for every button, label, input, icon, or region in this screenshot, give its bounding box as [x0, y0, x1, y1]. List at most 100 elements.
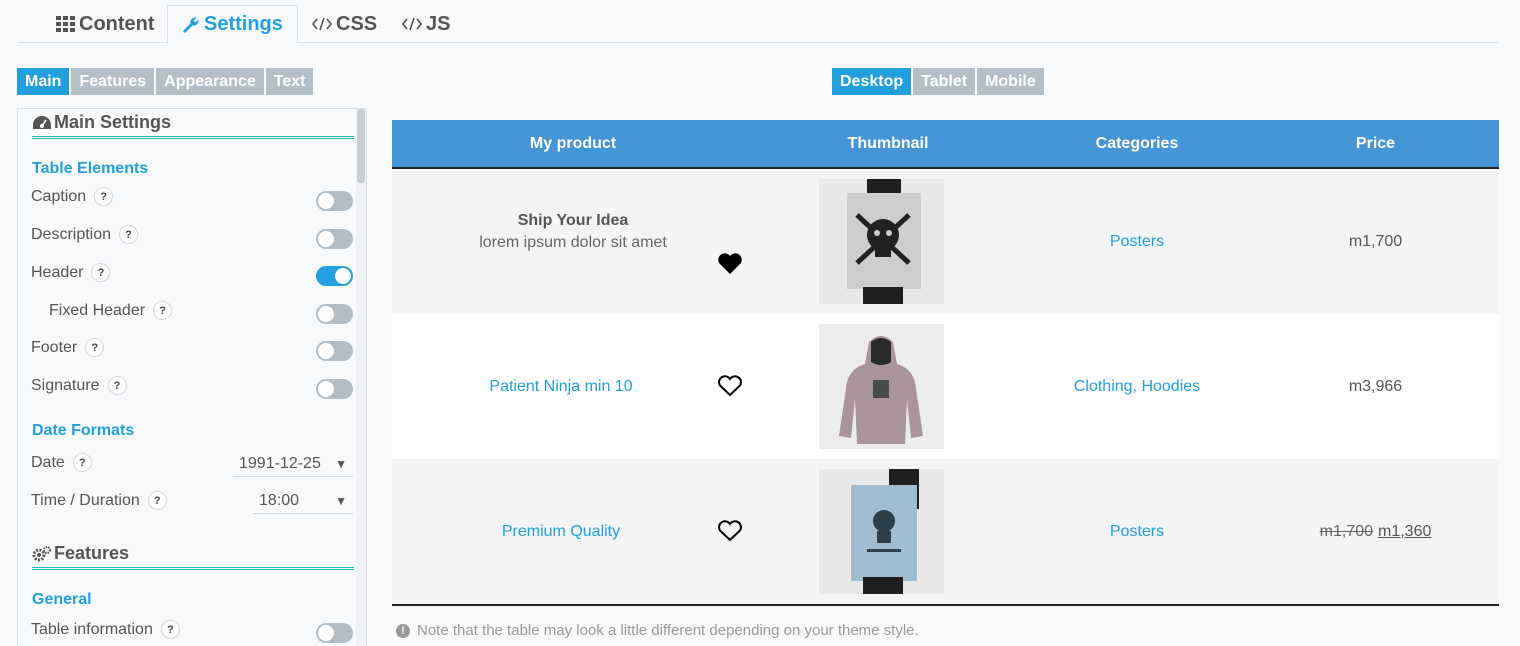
description-label: Description [31, 225, 112, 243]
col-header-thumbnail[interactable]: Thumbnail [754, 120, 1022, 168]
subtab-main[interactable]: Main [17, 68, 70, 95]
code-icon [402, 17, 422, 31]
poster-image [819, 179, 944, 304]
product-title-link[interactable]: Premium Quality [392, 459, 730, 604]
theme-note: ! Note that the table may look a little … [396, 622, 919, 639]
settings-subtabs: Main Features Appearance Text [17, 68, 314, 95]
device-tab-tablet[interactable]: Tablet [913, 68, 976, 95]
date-format-value: 1991-12-25 [239, 454, 321, 472]
help-icon[interactable]: ? [85, 338, 105, 357]
help-icon[interactable]: ? [72, 453, 92, 472]
poster-image [819, 469, 944, 594]
col-header-categories[interactable]: Categories [1022, 120, 1252, 168]
chevron-down-icon: ▼ [335, 493, 347, 508]
price-cell: m1,700 m1,360 [1252, 459, 1499, 604]
caption-label: Caption [31, 187, 87, 205]
tab-settings-label: Settings [204, 13, 283, 35]
date-label: Date [31, 453, 65, 471]
subtab-features[interactable]: Features [71, 68, 155, 95]
col-header-price[interactable]: Price [1252, 120, 1499, 168]
top-tab-bar: Content Settings CSS JS [18, 5, 1498, 44]
gears-icon [32, 545, 51, 561]
product-thumbnail[interactable] [819, 179, 944, 304]
chevron-down-icon: ▼ [335, 456, 347, 471]
header-label: Header [31, 263, 84, 281]
table-info-row: Table information? [31, 620, 180, 639]
tab-settings[interactable]: Settings [167, 5, 298, 44]
old-price: m1,700 [1319, 522, 1373, 540]
time-format-value: 18:00 [259, 491, 300, 509]
code-icon [312, 17, 332, 31]
product-thumbnail[interactable] [819, 324, 944, 449]
features-heading: Features [32, 540, 354, 570]
category-link[interactable]: Clothing, Hoodies [1022, 314, 1252, 459]
help-icon[interactable]: ? [160, 620, 180, 639]
general-title: General [32, 591, 92, 608]
category-link[interactable]: Posters [1022, 169, 1252, 314]
grid-icon [56, 16, 75, 32]
table-bottom-border [392, 604, 1499, 606]
product-thumbnail[interactable] [819, 469, 944, 594]
description-row: Description? [31, 225, 139, 244]
dashboard-icon [33, 115, 51, 129]
date-row: Date? [31, 453, 92, 472]
main-settings-title: Main Settings [54, 112, 172, 132]
date-format-select[interactable]: 1991-12-25 ▼ [233, 451, 353, 477]
panel-scrollbar[interactable] [356, 109, 366, 646]
table-info-label: Table information [31, 620, 153, 638]
fixed-header-toggle[interactable] [316, 304, 353, 324]
device-tab-mobile[interactable]: Mobile [977, 68, 1044, 95]
tab-js[interactable]: JS [402, 5, 450, 43]
description-toggle[interactable] [316, 229, 353, 249]
fixed-header-label: Fixed Header [49, 301, 146, 319]
category-link[interactable]: Posters [1022, 459, 1252, 604]
footer-toggle[interactable] [316, 341, 353, 361]
preview-table: My product Thumbnail Categories Price Sh… [392, 120, 1499, 604]
caption-toggle[interactable] [316, 191, 353, 211]
table-info-toggle[interactable] [316, 623, 353, 643]
price-value: m3,966 [1348, 377, 1403, 395]
note-text: Note that the table may look a little di… [417, 622, 919, 639]
main-settings-heading: Main Settings [32, 109, 354, 139]
subtab-appearance[interactable]: Appearance [156, 68, 264, 95]
date-formats-title: Date Formats [32, 422, 135, 439]
heart-outline-icon[interactable] [717, 374, 743, 398]
table-row: Premium Quality Posters m1,700 m1,360 [392, 459, 1499, 604]
product-subtitle: lorem ipsum dolor sit amet [479, 233, 667, 251]
help-icon[interactable]: ? [91, 263, 111, 282]
scrollbar-thumb[interactable] [357, 109, 365, 183]
signature-toggle[interactable] [316, 379, 353, 399]
product-title: Ship Your Idea [517, 211, 629, 229]
price-value: m1,700 [1348, 232, 1403, 250]
table-header: My product Thumbnail Categories Price [392, 120, 1499, 169]
device-subtabs: Desktop Tablet Mobile [832, 68, 1044, 95]
subtab-text[interactable]: Text [265, 68, 314, 95]
time-format-select[interactable]: 18:00 ▼ [253, 488, 353, 514]
tab-css-label: CSS [336, 12, 378, 35]
time-row: Time / Duration? [31, 491, 167, 510]
product-cell: Ship Your Idea lorem ipsum dolor sit ame… [392, 169, 754, 294]
caption-row: Caption? [31, 187, 114, 206]
help-icon[interactable]: ? [107, 376, 127, 395]
signature-label: Signature [31, 376, 100, 394]
col-header-product[interactable]: My product [392, 120, 754, 168]
header-row: Header? [31, 263, 111, 282]
sale-price: m1,360 [1378, 522, 1432, 540]
tab-content[interactable]: Content [56, 5, 155, 43]
device-tab-desktop[interactable]: Desktop [832, 68, 912, 95]
header-toggle[interactable] [316, 266, 353, 286]
tab-css[interactable]: CSS [312, 5, 377, 43]
help-icon[interactable]: ? [147, 491, 167, 510]
hoodie-image [819, 324, 944, 449]
heart-outline-icon[interactable] [717, 519, 743, 543]
settings-panel: Main Settings Table Elements Caption? De… [17, 108, 367, 646]
fixed-header-row: Fixed Header? [49, 301, 173, 320]
help-icon[interactable]: ? [94, 187, 114, 206]
help-icon[interactable]: ? [153, 301, 173, 320]
table-elements-title: Table Elements [32, 160, 149, 177]
help-icon[interactable]: ? [119, 225, 139, 244]
tab-js-label: JS [426, 12, 451, 35]
product-title-link[interactable]: Patient Ninja min 10 [392, 314, 730, 459]
features-title: Features [54, 543, 130, 563]
heart-filled-icon[interactable] [717, 252, 743, 276]
